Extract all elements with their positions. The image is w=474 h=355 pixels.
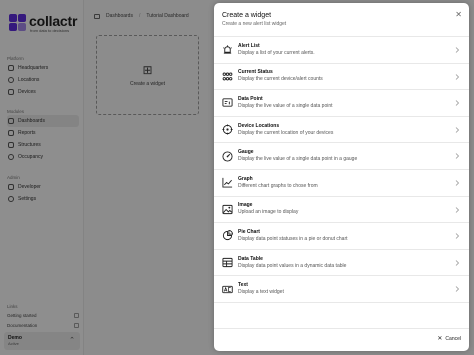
widget-option-data-point[interactable]: Data Point Display the live value of a si… [214, 90, 469, 117]
location-icon [222, 124, 233, 135]
widget-title: Text [238, 282, 248, 289]
gauge-icon [222, 151, 233, 162]
widget-option-data-table[interactable]: Data Table Display data point values in a… [214, 250, 469, 277]
widget-title: Graph [238, 175, 253, 182]
widget-desc: Different chart graphs to chose from [238, 182, 318, 189]
widget-desc: Display data point statuses in a pie or … [238, 235, 348, 242]
widget-title: Image [238, 202, 253, 209]
widget-title: Data Table [238, 255, 263, 262]
widget-desc: Display the live value of a single data … [238, 102, 333, 109]
widget-title: Data Point [238, 95, 263, 102]
widget-option-device-locations[interactable]: Device Locations Display the current loca… [214, 117, 469, 144]
drawer-header: Create a widget Create a new alert list … [214, 3, 469, 36]
text-icon [222, 284, 233, 295]
chevron-right-icon [455, 100, 460, 106]
chevron-right-icon [455, 47, 460, 53]
widget-desc: Display the current device/alert counts [238, 76, 323, 83]
chevron-right-icon [455, 180, 460, 186]
widget-option-text[interactable]: Text Display a text widget [214, 276, 469, 303]
widget-title: Alert List [238, 42, 260, 49]
status-dots-icon [222, 71, 233, 82]
chevron-right-icon [455, 286, 460, 293]
widget-title: Current Status [238, 69, 273, 76]
widget-desc: Upload an image to display [238, 209, 299, 216]
widget-desc: Display a list of your current alerts. [238, 49, 315, 56]
chevron-right-icon [455, 259, 460, 266]
widget-title: Pie Chart [238, 228, 260, 235]
widget-title: Gauge [238, 149, 254, 156]
widget-title: Device Locations [238, 122, 280, 129]
widget-desc: Display the live value of a single data … [238, 156, 358, 163]
widget-desc: Display the current location of your dev… [238, 129, 334, 136]
drawer-subtitle: Create a new alert list widget [222, 21, 287, 27]
graph-icon [222, 177, 233, 188]
table-icon [222, 257, 233, 268]
alert-icon [222, 44, 233, 55]
widget-desc: Display a text widget [238, 289, 284, 296]
widget-type-list: Alert List Display a list of your current… [214, 36, 469, 303]
chevron-right-icon [455, 206, 460, 213]
chevron-right-icon [455, 73, 460, 80]
widget-option-pie-chart[interactable]: Pie Chart Display data point statuses in … [214, 223, 469, 250]
chevron-right-icon [455, 126, 460, 133]
widget-option-current-status[interactable]: Current Status Display the current device… [214, 64, 469, 91]
drawer-footer: ✕ Cancel [214, 328, 469, 351]
create-widget-drawer: Create a widget Create a new alert list … [214, 3, 469, 351]
image-icon [222, 204, 233, 215]
close-icon[interactable]: ✕ [455, 11, 462, 19]
chevron-right-icon [455, 233, 460, 239]
widget-option-gauge[interactable]: Gauge Display the live value of a single … [214, 143, 469, 170]
pie-chart-icon [222, 230, 233, 241]
widget-option-alert-list[interactable]: Alert List Display a list of your current… [214, 37, 469, 64]
cancel-label: Cancel [445, 335, 461, 342]
widget-option-image[interactable]: Image Upload an image to display [214, 197, 469, 224]
close-icon: ✕ [437, 336, 443, 342]
widget-option-graph[interactable]: Graph Different chart graphs to chose fro… [214, 170, 469, 197]
widget-desc: Display data point values in a dynamic d… [238, 262, 347, 269]
data-point-icon [222, 97, 233, 108]
drawer-title: Create a widget [222, 12, 272, 19]
cancel-button[interactable]: ✕ Cancel [437, 335, 461, 343]
chevron-right-icon [455, 153, 460, 160]
